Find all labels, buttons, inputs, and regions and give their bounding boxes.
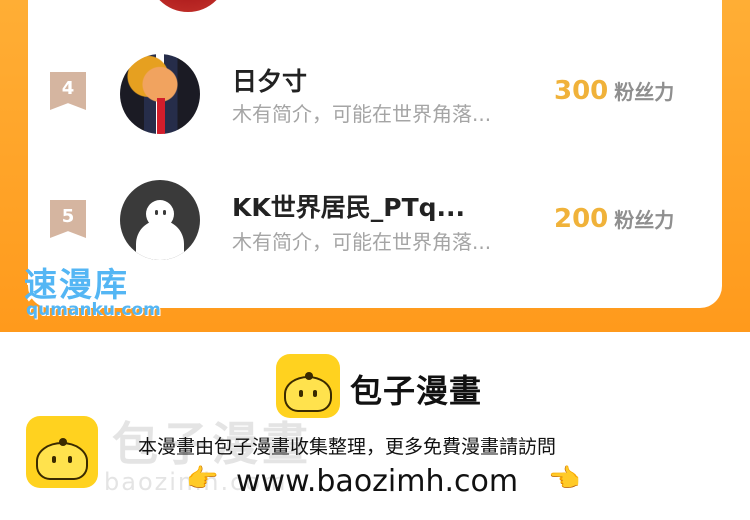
brand-title: 包子漫畫 — [350, 372, 483, 410]
user-avatar[interactable] — [120, 54, 200, 134]
site-link[interactable]: www.baozimh.com — [236, 464, 518, 499]
bun-eye-left — [299, 390, 303, 397]
baozi-logo-icon — [276, 354, 340, 418]
avatar-eye-right — [163, 210, 166, 215]
user-avatar-default[interactable] — [120, 180, 200, 260]
bun-eye-left — [52, 456, 56, 463]
bun-icon — [284, 372, 332, 412]
fan-score-value: 200 — [554, 204, 609, 234]
fan-score: 300 粉丝力 — [554, 76, 674, 106]
fan-score-unit: 粉丝力 — [614, 80, 675, 104]
watermark-site-name: 速漫库 — [24, 265, 129, 304]
bun-eye-right — [68, 456, 72, 463]
baozi-logo-icon — [26, 416, 98, 488]
user-bio: 木有简介，可能在世界角落... — [232, 102, 492, 126]
pointing-left-hand-icon: 👈 — [548, 464, 581, 494]
bun-top-detail — [305, 372, 313, 380]
collection-notice: 本漫畫由包子漫畫收集整理，更多免費漫畫請訪問 — [138, 436, 557, 458]
fan-score: 200 粉丝力 — [554, 204, 674, 234]
avatar-head-shape — [146, 200, 174, 228]
bun-icon — [36, 438, 88, 480]
ranking-card — [28, 0, 722, 308]
fan-score-value: 300 — [554, 76, 609, 106]
user-bio: 木有简介，可能在世界角落... — [232, 230, 492, 254]
user-name[interactable]: 日夕寸 — [232, 62, 307, 98]
fan-score-unit: 粉丝力 — [614, 208, 675, 232]
avatar-photo-detail — [157, 98, 165, 134]
pointing-right-hand-icon: 👉 — [186, 464, 219, 494]
watermark-site-url: qumanku.com — [26, 300, 161, 320]
user-name[interactable]: KK世界居民_PTq... — [232, 188, 465, 224]
bun-top-detail — [59, 438, 67, 446]
bun-eye-right — [313, 390, 317, 397]
avatar-eye-left — [155, 210, 158, 215]
